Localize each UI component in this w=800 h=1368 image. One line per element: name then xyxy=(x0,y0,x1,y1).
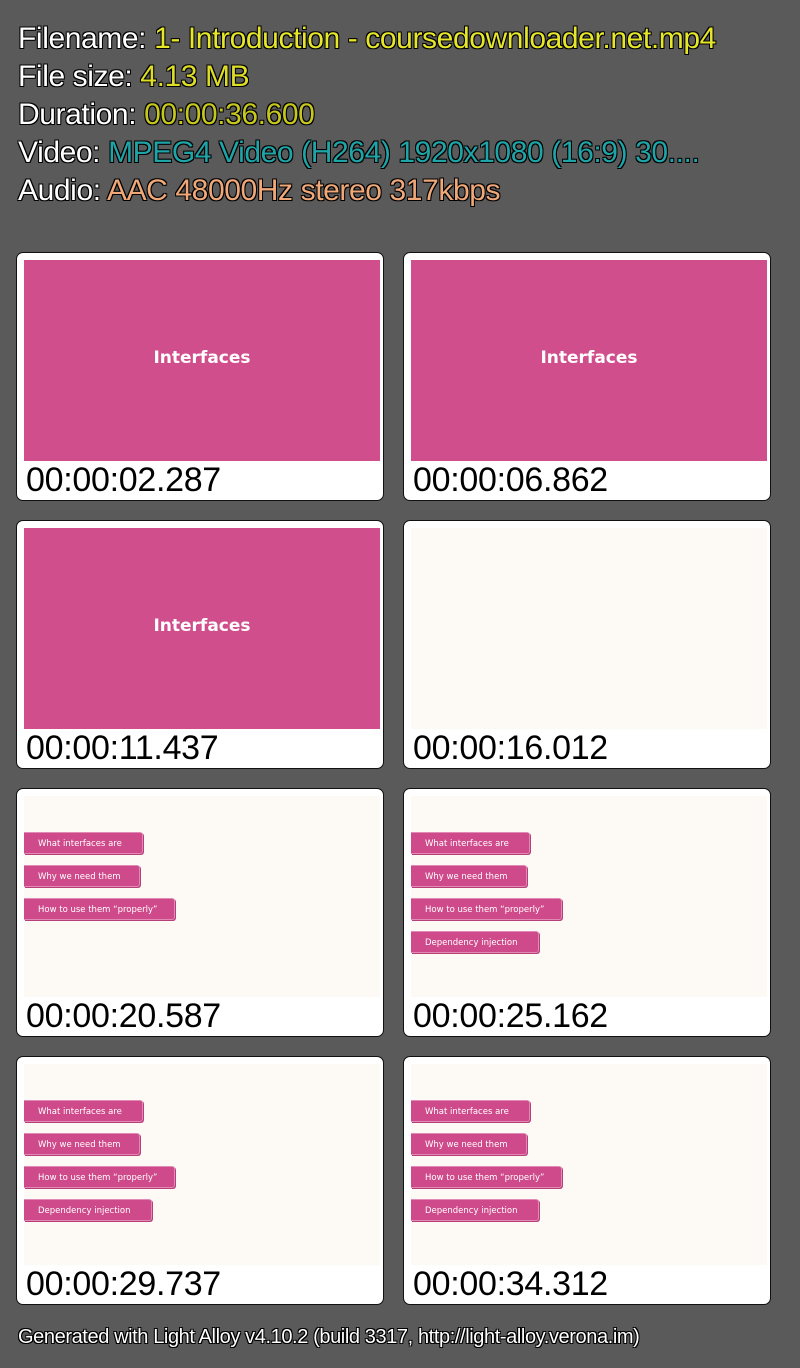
thumbnail-timestamp: 00:00:25.162 xyxy=(413,997,608,1035)
filename-value: 1- Introduction - coursedownloader.net.m… xyxy=(154,22,716,55)
duration-label: Duration: xyxy=(18,98,145,131)
thumbnail-card[interactable]: Interfaces 00:00:11.437 xyxy=(16,520,384,769)
slide-list-item: How to use them “properly” xyxy=(411,898,562,920)
thumbnail-card[interactable]: What interfaces are Why we need them How t… xyxy=(16,788,384,1037)
slide-list-item: Dependency injection xyxy=(411,931,539,953)
thumbnail-image: What interfaces are Why we need them How t… xyxy=(24,796,380,997)
thumbnail-card[interactable]: What interfaces are Why we need them How t… xyxy=(403,788,771,1037)
slide-list-item: Why we need them xyxy=(411,865,527,887)
thumbnail-timestamp: 00:00:02.287 xyxy=(26,461,221,499)
video-label: Video: xyxy=(18,136,109,169)
thumbnail-card[interactable]: Interfaces 00:00:02.287 xyxy=(16,252,384,501)
generator-footer: Generated with Light Alloy v4.10.2 (buil… xyxy=(18,1326,640,1348)
thumbnail-image: Interfaces xyxy=(24,528,380,729)
thumbnail-card[interactable]: What interfaces are Why we need them How t… xyxy=(16,1056,384,1305)
slide-list-item: What interfaces are xyxy=(411,832,530,854)
audio-line: Audio: AAC 48000Hz stereo 317kbps xyxy=(18,172,716,210)
slide-list-item: Dependency injection xyxy=(411,1199,539,1221)
video-line: Video: MPEG4 Video (H264) 1920x1080 (16:… xyxy=(18,134,716,172)
thumbnail-timestamp: 00:00:20.587 xyxy=(26,997,221,1035)
thumbnail-image xyxy=(411,528,767,729)
slide-list-item: Dependency injection xyxy=(24,1199,152,1221)
slide-list-item: Why we need them xyxy=(24,865,140,887)
filesize-label: File size: xyxy=(18,60,141,93)
thumbnail-image: What interfaces are Why we need them How t… xyxy=(411,1064,767,1265)
thumbnail-timestamp: 00:00:29.737 xyxy=(26,1265,221,1303)
slide-list-item: How to use them “properly” xyxy=(411,1166,562,1188)
media-info: Filename: 1- Introduction - coursedownlo… xyxy=(18,20,716,210)
video-value: MPEG4 Video (H264) 1920x1080 (16:9) 30..… xyxy=(108,136,700,169)
filename-line: Filename: 1- Introduction - coursedownlo… xyxy=(18,20,716,58)
thumbnail-timestamp: 00:00:34.312 xyxy=(413,1265,608,1303)
audio-label: Audio: xyxy=(18,174,107,207)
thumbnail-card[interactable]: Interfaces 00:00:06.862 xyxy=(403,252,771,501)
slide-title: Interfaces xyxy=(540,348,638,368)
thumbnail-image: Interfaces xyxy=(411,260,767,461)
duration-value: 00:00:36.600 xyxy=(144,98,315,131)
slide-list-item: What interfaces are xyxy=(24,832,143,854)
slide-list-item: How to use them “properly” xyxy=(24,1166,175,1188)
thumbnail-timestamp: 00:00:16.012 xyxy=(413,729,608,767)
slide-list-item: How to use them “properly” xyxy=(24,898,175,920)
duration-line: Duration: 00:00:36.600 xyxy=(18,96,716,134)
slide-list-item: What interfaces are xyxy=(24,1100,143,1122)
slide-title: Interfaces xyxy=(153,616,251,636)
slide-list-item: Why we need them xyxy=(411,1133,527,1155)
thumbnail-timestamp: 00:00:06.862 xyxy=(413,461,608,499)
audio-value: AAC 48000Hz stereo 317kbps xyxy=(106,174,501,207)
slide-list-item: What interfaces are xyxy=(411,1100,530,1122)
filesize-line: File size: 4.13 MB xyxy=(18,58,716,96)
thumbnail-image: What interfaces are Why we need them How t… xyxy=(24,1064,380,1265)
slide-list-item: Why we need them xyxy=(24,1133,140,1155)
filename-label: Filename: xyxy=(18,22,155,55)
thumbnail-image: Interfaces xyxy=(24,260,380,461)
thumbnail-card[interactable]: 00:00:16.012 xyxy=(403,520,771,769)
thumbnail-timestamp: 00:00:11.437 xyxy=(26,729,219,767)
thumbnail-card[interactable]: What interfaces are Why we need them How t… xyxy=(403,1056,771,1305)
thumbnail-image: What interfaces are Why we need them How t… xyxy=(411,796,767,997)
filesize-value: 4.13 MB xyxy=(140,60,250,93)
slide-title: Interfaces xyxy=(153,348,251,368)
